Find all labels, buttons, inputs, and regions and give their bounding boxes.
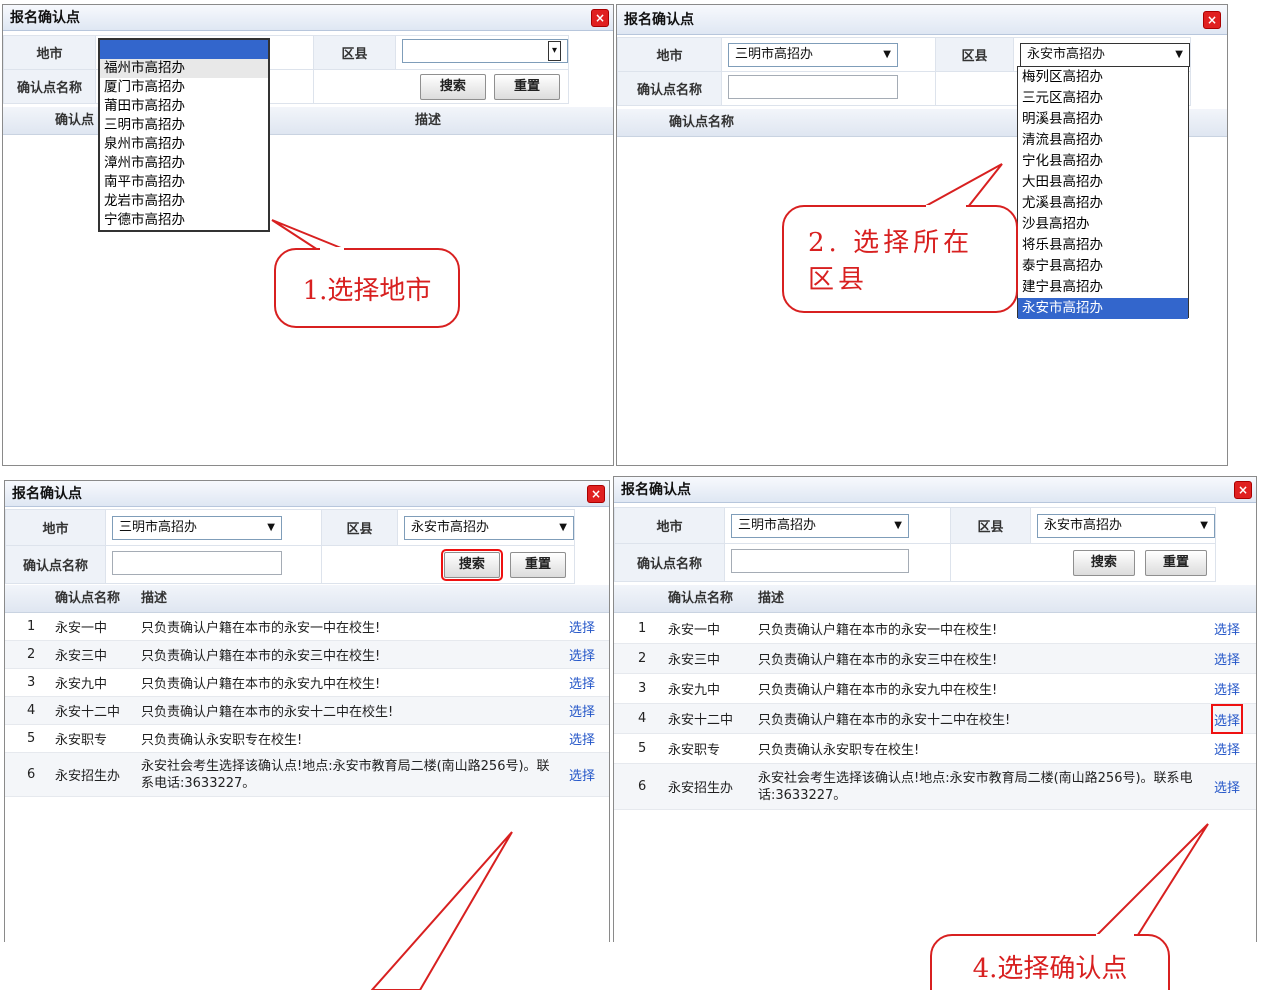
callout-pointer-joins bbox=[320, 205, 1134, 938]
